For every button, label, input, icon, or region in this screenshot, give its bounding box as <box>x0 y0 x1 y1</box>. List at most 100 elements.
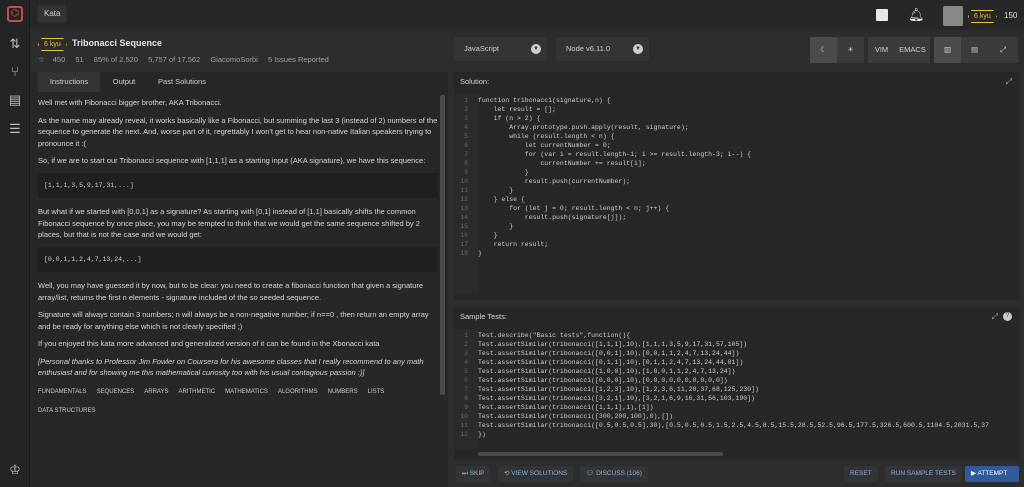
version-select[interactable]: Node v6.11.0 ▼ <box>556 37 649 61</box>
solution-label: Solution: <box>460 77 490 86</box>
desc-paragraph: As the name may already reveal, it works… <box>38 115 438 148</box>
tag[interactable]: NUMBERS <box>328 387 358 399</box>
code-line: Test.assertSimilar(tribonacci([0,1,1],10… <box>478 359 744 366</box>
run-tests-button[interactable]: RUN SAMPLE TESTS <box>885 466 962 482</box>
tab-output[interactable]: Output <box>100 72 148 92</box>
code-line: Test.assertSimilar(tribonacci([0.5,0.5,0… <box>478 422 989 429</box>
avatar[interactable] <box>943 6 963 26</box>
line-number: 3 <box>464 115 468 122</box>
desc-paragraph: But what if we started with [0,0,1] as a… <box>38 207 420 239</box>
breadcrumb[interactable]: Kata <box>38 5 67 23</box>
kata-title: Tribonacci Sequence <box>72 38 163 48</box>
bookmark-icon[interactable] <box>876 9 888 21</box>
view-solutions-button[interactable]: ⟲ VIEW SOLUTIONS <box>498 466 574 482</box>
line-number: 15 <box>460 223 468 230</box>
line-number: 6 <box>464 142 468 149</box>
dark-mode-button[interactable]: ☾ <box>810 37 837 63</box>
tag[interactable]: FUNDAMENTALS <box>38 387 87 399</box>
tag[interactable]: DATA STRUCTURES <box>38 406 95 418</box>
kata-rank-badge: 6 kyu <box>38 38 67 51</box>
code-line: Test.assertSimilar(tribonacci([1,0,0],10… <box>478 368 736 375</box>
tag-list: FUNDAMENTALS SEQUENCES ARRAYS ARITHMETIC MAT… <box>38 385 438 424</box>
code-line: function tribonacci(signature,n) { <box>478 97 611 104</box>
desc-paragraph: Signature will always contain 3 numbers;… <box>38 310 429 331</box>
code-line: result.push(currentNumber); <box>478 178 631 185</box>
code-line: let result = []; <box>478 106 557 113</box>
scrollbar[interactable] <box>440 95 445 395</box>
tag[interactable]: SEQUENCES <box>97 387 135 399</box>
help-icon[interactable]: ? <box>1003 312 1012 321</box>
star-icon: ☆ <box>38 55 45 64</box>
line-number: 12 <box>460 196 468 203</box>
code-line: Test.assertSimilar(tribonacci([1,2,3],10… <box>478 386 759 393</box>
tests-panel: Sample Tests: ⤢ ? 1 2 3 4 5 6 7 8 9 10 11 12 Test.d… <box>454 307 1020 459</box>
tests-editor[interactable]: Test.describe("Basic tests",function(){T… <box>478 331 1018 449</box>
tag[interactable]: ARITHMETIC <box>178 387 215 399</box>
desc-paragraph: Well, you may have guessed it by now, bu… <box>38 281 424 302</box>
tab-past-solutions[interactable]: Past Solutions <box>148 72 216 92</box>
code-line: result.push(signature[j]); <box>478 214 627 221</box>
line-number: 9 <box>464 404 468 411</box>
attempt-button[interactable]: ▶ ATTEMPT <box>965 466 1019 482</box>
author[interactable]: GiacomoSorbi <box>210 55 258 64</box>
line-number: 4 <box>464 124 468 131</box>
tab-instructions[interactable]: Instructions <box>38 72 100 92</box>
tag[interactable]: LISTS <box>368 387 385 399</box>
tests-label: Sample Tests: <box>460 312 507 321</box>
stacked-layout-icon[interactable]: ▤ <box>961 37 988 63</box>
tag[interactable]: ARRAYS <box>144 387 168 399</box>
language-select[interactable]: JavaScript ▼ <box>454 37 547 61</box>
line-number: 5 <box>464 133 468 140</box>
code-line: currentNumber += result[i]; <box>478 160 646 167</box>
line-number: 16 <box>460 232 468 239</box>
fork-icon[interactable]: ⑂ <box>7 64 23 80</box>
line-number: 8 <box>464 395 468 402</box>
line-number: 18 <box>460 250 468 257</box>
trophy-icon[interactable]: ♔ <box>7 462 23 478</box>
bell-icon[interactable]: 🔔︎ <box>908 7 925 23</box>
practice-icon[interactable]: ⇅ <box>7 36 23 52</box>
issues[interactable]: 5 Issues Reported <box>268 55 329 64</box>
docs-icon[interactable]: ☰ <box>7 121 23 137</box>
reset-button[interactable]: RESET <box>844 466 878 482</box>
discuss-button[interactable]: 💬︎ DISCUSS (106) <box>580 466 648 482</box>
expand-icon[interactable]: ⤢ <box>1006 77 1012 87</box>
line-number: 5 <box>464 368 468 375</box>
light-mode-button[interactable]: ☀ <box>837 37 864 63</box>
skip-button[interactable]: ⏭ SKIP <box>456 466 491 482</box>
line-number: 11 <box>460 187 468 194</box>
code-line: } <box>478 169 529 176</box>
description: Well met with Fibonacci bigger brother, … <box>38 97 438 467</box>
line-number: 2 <box>464 341 468 348</box>
split-layout-icon[interactable]: ▥ <box>934 37 961 63</box>
code-line: } <box>478 187 514 194</box>
code-line: } <box>478 223 514 230</box>
desc-paragraph: [Personal thanks to Professor Jim Fowler… <box>38 356 424 378</box>
tag[interactable]: MATHEMATICS <box>225 387 268 399</box>
expand-icon[interactable]: ⤢ <box>992 312 998 322</box>
horizontal-scrollbar[interactable] <box>478 452 723 456</box>
code-line: let currentNumber = 0; <box>478 142 611 149</box>
code-example: [1,1,1,3,5,9,17,31,...] <box>38 172 438 198</box>
tag[interactable]: ALGORITHMS <box>278 387 318 399</box>
solution-panel: Solution: ⤢ 1 2 3 4 5 6 7 8 9 10 11 12 13 14 15 16 17 18 … <box>454 72 1020 300</box>
chevron-down-icon: ▼ <box>633 44 643 54</box>
line-number: 7 <box>464 151 468 158</box>
honor-count: 150 <box>1004 11 1018 20</box>
code-line: for (var i = result.length-1; i >= resul… <box>478 151 752 158</box>
code-line: while (result.length < n) { <box>478 133 615 140</box>
code-line: if (n > 2) { <box>478 115 541 122</box>
codewars-logo-icon[interactable]: ⌬ <box>7 6 23 22</box>
line-number: 9 <box>464 169 468 176</box>
fullscreen-icon[interactable]: ⤢ <box>988 37 1018 63</box>
line-number: 3 <box>464 350 468 357</box>
solution-editor[interactable]: function tribonacci(signature,n) { let r… <box>478 96 1018 296</box>
top-bar <box>30 0 1024 30</box>
emacs-button[interactable]: EMACS <box>895 37 930 63</box>
code-line: Test.assertSimilar(tribonacci([0,0,1],10… <box>478 350 740 357</box>
chat-icon[interactable]: ▤ <box>7 92 23 108</box>
vim-button[interactable]: VIM <box>868 37 895 63</box>
code-line: Test.assertSimilar(tribonacci([1,1,1],1)… <box>478 404 654 411</box>
desc-paragraph: If you enjoyed this kata more advanced a… <box>38 339 380 348</box>
satisfaction: 85% of 2,520 <box>93 55 138 64</box>
